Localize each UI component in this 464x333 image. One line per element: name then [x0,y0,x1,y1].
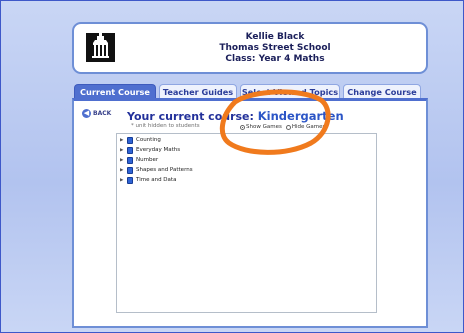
hidden-unit-note: * unit hidden to students [131,123,200,129]
topic-item-shapes-and-patterns[interactable]: ▶ Shapes and Patterns [120,166,193,174]
school-name: Thomas Street School [219,43,331,53]
course-panel: ◀ BACK Your current course: Kindergarten… [72,98,428,328]
tab-change-course[interactable]: Change Course [343,84,421,99]
course-heading: Your current course: Kindergarten [127,109,344,123]
show-games-label: Show Games [246,124,282,130]
topic-item-counting[interactable]: ▶ Counting [120,136,161,144]
topic-item-everyday-maths[interactable]: ▶ Everyday Maths [120,146,180,154]
expand-arrow-icon[interactable]: ▶ [120,148,124,153]
topic-label: Counting [136,137,161,143]
hide-games-radio[interactable]: Hide Games [285,124,326,130]
topic-list: ▶ Counting ▶ Everyday Maths ▶ Number ▶ S… [116,133,377,313]
tab-select-viewed-topics[interactable]: Select Viewed Topics [240,84,340,99]
tab-teacher-guides[interactable]: Teacher Guides [159,84,237,99]
topic-label: Shapes and Patterns [136,167,193,173]
user-name: Kellie Black [245,32,305,42]
course-name: Kindergarten [257,109,344,123]
topic-label: Time and Data [136,177,177,183]
hide-games-label: Hide Games [291,124,326,130]
topic-label: Everyday Maths [136,147,181,153]
show-games-radio[interactable]: Show Games [240,124,282,130]
class-name: Class: Year 4 Maths [225,54,325,64]
expand-arrow-icon[interactable]: ▶ [120,158,124,163]
book-icon [127,176,133,184]
radio-selected-icon [240,124,245,130]
book-icon [127,146,133,154]
course-heading-prefix: Your current course: [127,110,254,123]
topic-item-number[interactable]: ▶ Number [120,156,158,164]
back-label: BACK [93,110,112,117]
back-button[interactable]: ◀ BACK [82,109,111,118]
book-icon [127,156,133,164]
book-icon [127,136,133,144]
expand-arrow-icon[interactable]: ▶ [120,168,124,173]
topic-label: Number [136,157,159,163]
user-header: Kellie Black Thomas Street School Class:… [72,22,428,74]
expand-arrow-icon[interactable]: ▶ [120,138,124,143]
radio-unselected-icon [285,124,291,130]
back-arrow-icon: ◀ [82,109,91,118]
expand-arrow-icon[interactable]: ▶ [120,178,124,183]
book-icon [127,166,133,174]
school-building-logo [86,33,115,62]
tab-current-course[interactable]: Current Course [74,84,156,99]
games-toggle: Show Games Hide Games [240,124,325,130]
topic-item-time-and-data[interactable]: ▶ Time and Data [120,176,176,184]
